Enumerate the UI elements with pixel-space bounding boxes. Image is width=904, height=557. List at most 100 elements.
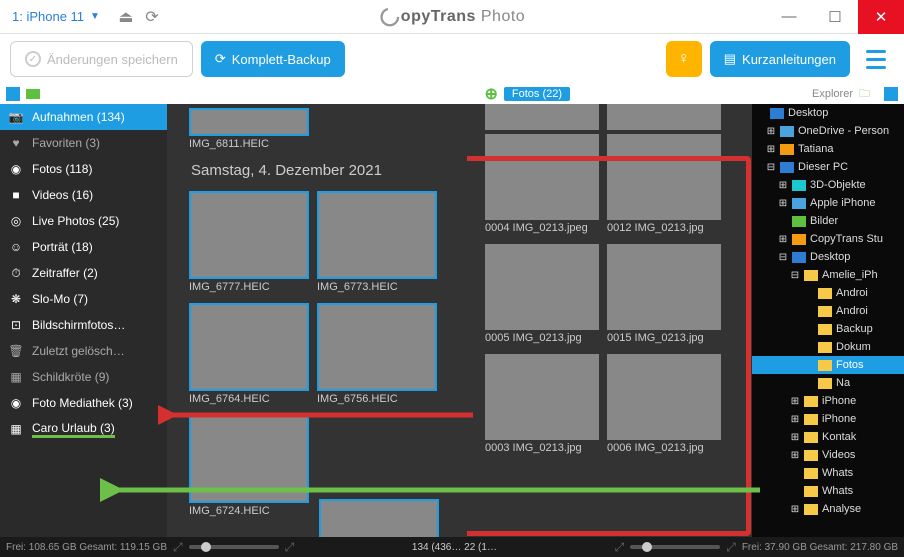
tree-label: 3D-Objekte bbox=[810, 179, 866, 191]
tree-node[interactable]: ⊞ Kontak bbox=[752, 428, 904, 446]
tree-expander[interactable]: ⊞ bbox=[778, 234, 788, 245]
thumb-image bbox=[607, 134, 721, 220]
thumb[interactable]: 0004 IMG_0213.jpeg bbox=[485, 134, 599, 240]
tree-expander[interactable]: ⊟ bbox=[766, 162, 776, 173]
sidebar-item[interactable]: ◉Foto Mediathek (3) bbox=[0, 390, 167, 416]
refresh-icon: ⟳ bbox=[215, 51, 226, 67]
thumb[interactable]: 0003 IMG_0213.jpg bbox=[485, 354, 599, 460]
tree-node[interactable]: ⊞Videos bbox=[752, 446, 904, 464]
backup-button[interactable]: ⟳ Komplett-Backup bbox=[201, 41, 345, 77]
refresh-icon[interactable]: ⟳ bbox=[144, 9, 160, 25]
folder-icon[interactable]: 🗀 bbox=[859, 85, 870, 104]
thumb[interactable]: IMG_6811.HEIC bbox=[189, 108, 309, 156]
tree-node[interactable]: Na bbox=[752, 374, 904, 392]
thumb[interactable]: IMG_6764.HEIC bbox=[189, 303, 309, 411]
sidebar-icon: ☺ bbox=[8, 240, 24, 254]
sidebar-item[interactable]: ◉Fotos (118) bbox=[0, 156, 167, 182]
tree-node[interactable]: ⊞iPhone bbox=[752, 392, 904, 410]
sidebar-item[interactable]: ◎Live Photos (25) bbox=[0, 208, 167, 234]
thumb[interactable]: 0007 IMG_0213.jpg bbox=[485, 104, 599, 130]
maximize-button[interactable]: ☐ bbox=[812, 0, 858, 34]
tree-expander[interactable]: ⊞ bbox=[766, 126, 776, 137]
tree-expander[interactable]: ⊞ bbox=[790, 432, 800, 443]
thumb[interactable]: 0010 IMG_0213.jpg bbox=[607, 104, 721, 130]
sidebar-item[interactable]: ♥Favoriten (3) bbox=[0, 130, 167, 156]
tree-node[interactable]: Androi bbox=[752, 302, 904, 320]
tree-node[interactable]: ⊞ 3D-Objekte bbox=[752, 176, 904, 194]
tree-node[interactable]: ⊞CopyTrans Stu bbox=[752, 230, 904, 248]
sidebar-item[interactable]: ▦Caro Urlaub (3) bbox=[0, 416, 167, 442]
minimize-button[interactable]: — bbox=[766, 0, 812, 34]
tree-node[interactable]: Androi bbox=[752, 284, 904, 302]
folder-icon[interactable] bbox=[26, 89, 40, 99]
close-button[interactable]: ✕ bbox=[858, 0, 904, 34]
tree-expander[interactable]: ⊞ bbox=[766, 144, 776, 155]
expand-icon[interactable]: ⤢ bbox=[615, 540, 625, 555]
sidebar-label: Fotos (118) bbox=[32, 162, 92, 176]
titlebar-icons: ⏏ ⟳ bbox=[118, 9, 160, 25]
tree-node[interactable]: ⊞OneDrive - Person bbox=[752, 122, 904, 140]
folder-icon bbox=[818, 324, 832, 335]
sidebar-item[interactable]: ⊡Bildschirmfotos… bbox=[0, 312, 167, 338]
tree-node[interactable]: Dokum bbox=[752, 338, 904, 356]
eject-icon[interactable]: ⏏ bbox=[118, 9, 134, 25]
tree-label: Kontak bbox=[822, 431, 856, 443]
thumb[interactable]: IMG_6756.HEIC bbox=[317, 303, 437, 411]
tree-node[interactable]: Fotos bbox=[752, 356, 904, 374]
tree-node[interactable]: Desktop bbox=[752, 104, 904, 122]
tree-expander[interactable]: ⊞ bbox=[790, 504, 800, 515]
folder-icon bbox=[818, 378, 832, 389]
device-selector[interactable]: 1: iPhone 11 ▼ bbox=[12, 9, 100, 24]
thumb[interactable]: 0005 IMG_0213.jpg bbox=[485, 244, 599, 350]
menu-button[interactable] bbox=[858, 41, 894, 77]
add-icon[interactable]: ⊕ bbox=[484, 84, 497, 104]
hint-button[interactable]: ♀ bbox=[666, 41, 702, 77]
tree-node[interactable]: Backup bbox=[752, 320, 904, 338]
sidebar-item[interactable]: ▦Schildkröte (9) bbox=[0, 364, 167, 390]
fotos-pill[interactable]: Fotos (22) bbox=[504, 87, 570, 101]
tree-expander[interactable]: ⊞ bbox=[778, 180, 788, 191]
tree-node[interactable]: ⊞iPhone bbox=[752, 410, 904, 428]
tree-node[interactable]: Whats bbox=[752, 482, 904, 500]
tree-node[interactable]: ⊞Apple iPhone bbox=[752, 194, 904, 212]
thumb[interactable]: 0006 IMG_0213.jpg bbox=[607, 354, 721, 460]
tree-node[interactable]: ⊟Dieser PC bbox=[752, 158, 904, 176]
save-button[interactable]: ✓ Änderungen speichern bbox=[10, 41, 193, 77]
sidebar-item[interactable]: ☺Porträt (18) bbox=[0, 234, 167, 260]
sidebar-item[interactable]: ■Videos (16) bbox=[0, 182, 167, 208]
sidebar-item[interactable]: ⏱Zeitraffer (2) bbox=[0, 260, 167, 286]
thumb[interactable] bbox=[319, 499, 439, 537]
thumb-image bbox=[189, 415, 309, 503]
tree-expander[interactable]: ⊞ bbox=[790, 414, 800, 425]
help-button[interactable]: ▤ Kurzanleitungen bbox=[710, 41, 850, 77]
tree-node[interactable]: ⊞Analyse bbox=[752, 500, 904, 518]
sidebar-item[interactable]: ❋Slo-Mo (7) bbox=[0, 286, 167, 312]
tree-node[interactable]: Whats bbox=[752, 464, 904, 482]
sidebar-item[interactable]: 📷Aufnahmen (134) bbox=[0, 104, 167, 130]
thumb[interactable]: 0012 IMG_0213.jpg bbox=[607, 134, 721, 240]
thumb[interactable]: IMG_6773.HEIC bbox=[317, 191, 437, 299]
collapse-icon[interactable] bbox=[884, 87, 898, 101]
expand-icon[interactable]: ⤢ bbox=[173, 540, 183, 555]
tree-node[interactable]: ⊟Amelie_iPh bbox=[752, 266, 904, 284]
thumb[interactable]: IMG_6724.HEIC bbox=[189, 415, 309, 523]
expand-icon[interactable]: ⤢ bbox=[726, 540, 736, 555]
tree-expander[interactable]: ⊟ bbox=[790, 270, 800, 281]
thumb[interactable]: 0015 IMG_0213.jpg bbox=[607, 244, 721, 350]
zoom-slider[interactable] bbox=[189, 545, 279, 549]
thumb-image bbox=[189, 191, 309, 279]
zoom-slider[interactable] bbox=[630, 545, 720, 549]
tree-node[interactable]: ⊞Tatiana bbox=[752, 140, 904, 158]
tree-node[interactable]: Bilder bbox=[752, 212, 904, 230]
play-icon[interactable] bbox=[6, 87, 20, 101]
device-name: 1: iPhone 11 bbox=[12, 9, 84, 24]
tree-expander[interactable]: ⊟ bbox=[778, 252, 788, 263]
tree-expander[interactable]: ⊞ bbox=[790, 396, 800, 407]
sidebar-item[interactable]: 🗑Zuletzt gelösch… bbox=[0, 338, 167, 364]
tree-expander[interactable]: ⊞ bbox=[778, 198, 788, 209]
sidebar-label: Favoriten (3) bbox=[32, 136, 100, 150]
tree-node[interactable]: ⊟Desktop bbox=[752, 248, 904, 266]
tree-expander[interactable]: ⊞ bbox=[790, 450, 800, 461]
expand-icon[interactable]: ⤢ bbox=[285, 540, 295, 555]
thumb[interactable]: IMG_6777.HEIC bbox=[189, 191, 309, 299]
